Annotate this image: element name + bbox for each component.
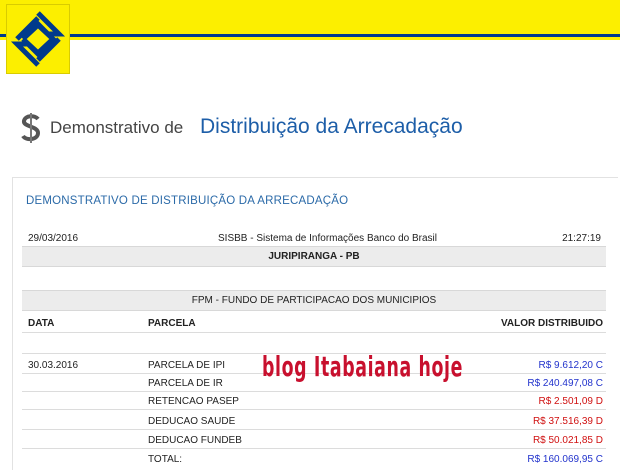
divider — [22, 448, 606, 449]
row-parcela: DEDUCAO FUNDEB — [148, 435, 242, 446]
column-header-data: DATA — [28, 318, 55, 329]
fund-name: FPM - FUNDO DE PARTICIPACAO DOS MUNICIPI… — [191, 295, 437, 306]
report-time: 21:27:19 — [562, 233, 601, 244]
row-parcela: PARCELA DE IR — [148, 378, 223, 389]
row-parcela: RETENCAO PASEP — [148, 396, 239, 407]
column-header-parcela: PARCELA — [148, 318, 196, 329]
divider — [22, 332, 606, 333]
blog-watermark: blog Itabaiana hoje — [262, 350, 463, 383]
municipality-bar: JURIPIRANGA - PB — [22, 246, 606, 267]
row-valor: R$ 9.612,20 C — [538, 360, 604, 371]
report-date: 29/03/2016 — [28, 233, 79, 244]
title-prefix: Demonstrativo de — [50, 118, 184, 137]
row-parcela: TOTAL: — [148, 454, 183, 465]
row-valor: R$ 2.501,09 D — [538, 396, 604, 407]
bank-logo[interactable] — [6, 4, 70, 74]
fund-bar: FPM - FUNDO DE PARTICIPACAO DOS MUNICIPI… — [22, 290, 606, 311]
column-header-valor: VALOR DISTRIBUIDO — [500, 318, 603, 329]
row-parcela: DEDUCAO SAUDE — [148, 416, 236, 427]
report-title: DEMONSTRATIVO DE DISTRIBUIÇÃO DA ARRECAD… — [26, 195, 349, 207]
dollar-icon — [21, 113, 41, 143]
row-date: 30.03.2016 — [28, 360, 79, 371]
banco-do-brasil-logo-icon — [10, 11, 66, 67]
top-yellow-bar — [0, 0, 620, 34]
row-parcela: PARCELA DE IPI — [148, 360, 226, 371]
municipality-name: JURIPIRANGA - PB — [268, 251, 360, 262]
page-title: Distribuição da Arrecadação — [200, 115, 463, 138]
row-valor: R$ 50.021,85 D — [532, 435, 603, 446]
top-yellow-stripe — [0, 37, 620, 40]
divider — [22, 391, 606, 392]
row-valor: R$ 37.516,39 D — [532, 416, 603, 427]
divider — [22, 429, 606, 430]
divider — [22, 409, 606, 410]
report-system: SISBB - Sistema de Informações Banco do … — [218, 233, 437, 244]
row-valor: R$ 240.497,08 C — [527, 378, 603, 389]
row-valor: R$ 160.069,95 C — [527, 454, 603, 465]
